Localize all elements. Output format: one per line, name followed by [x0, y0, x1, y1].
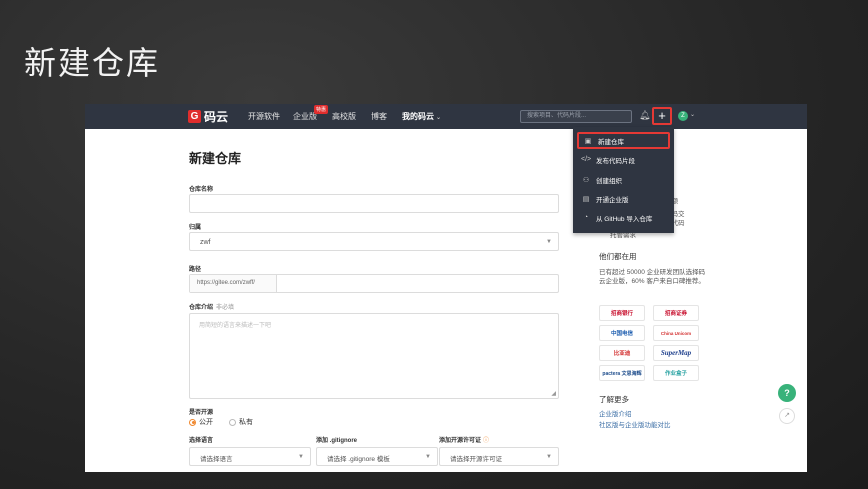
- menu-new-repo[interactable]: ▣ 新建仓库: [577, 132, 670, 149]
- chevron-down-icon: ▼: [546, 453, 552, 460]
- top-navbar: G 码云 开源软件 企业版 特惠 高校版 博客 我的码云 ⌄ 搜索项目、代码片段.…: [85, 104, 807, 129]
- slide-title: 新建仓库: [24, 44, 161, 82]
- gitignore-select[interactable]: 请选择 .gitignore 模板 ▼: [316, 447, 438, 466]
- description-label: 仓库介绍 非必填: [189, 302, 234, 311]
- menu-label: 从 GitHub 导入仓库: [596, 215, 653, 223]
- logo-chinaunicom: China Unicom: [653, 325, 699, 341]
- license-select[interactable]: 请选择开源许可证 ▼: [439, 447, 559, 466]
- gitee-logo-icon: G: [188, 110, 201, 123]
- language-label: 选择语言: [189, 438, 214, 444]
- private-label: 私有: [238, 419, 253, 426]
- github-icon: ◔: [583, 214, 589, 221]
- visibility-label: 是否开源: [189, 410, 214, 416]
- optional-hint: 非必填: [216, 305, 235, 311]
- description-textarea[interactable]: 用简短的语言来描述一下吧 ◢: [189, 313, 559, 399]
- chevron-down-icon: ▼: [298, 453, 304, 460]
- description-label-text: 仓库介绍: [189, 305, 214, 311]
- more-section: 了解更多 企业版介绍 社区版与企业版功能对比: [599, 394, 671, 431]
- using-title: 他们都在用: [599, 252, 637, 261]
- owner-value: zwf: [200, 239, 211, 246]
- description-placeholder: 用简短的语言来描述一下吧: [199, 323, 272, 329]
- gitignore-value: 请选择 .gitignore 模板: [327, 456, 390, 463]
- logo-pactera: pactera 文思海辉: [599, 365, 645, 381]
- logo-cmsc: 招商证券: [653, 305, 699, 321]
- path-prefix: https://gitee.com/zwff/: [190, 275, 277, 292]
- search-input[interactable]: 搜索项目、代码片段...: [520, 110, 632, 123]
- logo-text: 码云: [204, 110, 229, 124]
- page-title: 新建仓库: [189, 151, 242, 166]
- owner-select[interactable]: zwf ▼: [189, 232, 559, 251]
- radio-icon: [228, 418, 236, 426]
- more-title: 了解更多: [599, 395, 629, 404]
- building-icon: ▤: [582, 195, 590, 203]
- owner-label: 归属: [189, 225, 202, 231]
- nav-my-gitee[interactable]: 我的码云 ⌄: [402, 111, 441, 122]
- menu-new-org[interactable]: ⚇ 创建组织: [577, 171, 670, 188]
- license-label-text: 添加开源许可证: [439, 438, 482, 444]
- path-label: 路径: [189, 267, 202, 273]
- create-plus-button[interactable]: +: [652, 107, 672, 125]
- private-radio[interactable]: 私有: [228, 418, 253, 426]
- repo-name-label: 仓库名称: [189, 187, 214, 193]
- menu-label: 发布代码片段: [596, 157, 635, 165]
- license-label: 添加开源许可证 ⓘ: [439, 435, 489, 444]
- chevron-down-icon: ⌄: [436, 115, 442, 121]
- path-input[interactable]: [278, 275, 558, 292]
- chevron-down-icon: ▼: [425, 453, 431, 460]
- nav-education[interactable]: 高校版: [332, 111, 356, 122]
- logo-byd: 比亚迪: [599, 345, 645, 361]
- nav-blog[interactable]: 博客: [371, 111, 387, 122]
- menu-import-github[interactable]: ◔ 从 GitHub 导入仓库: [577, 209, 670, 226]
- notification-bell-icon[interactable]: 🔔︎: [639, 110, 650, 121]
- avatar-chevron-down-icon[interactable]: ⌄: [690, 111, 695, 118]
- repo-icon: ▣: [584, 137, 592, 145]
- using-section: 他们都在用 已有超过 50000 企业研发团队选择码云企业版，60% 客户来自口…: [599, 251, 709, 286]
- visibility-options: 公开 私有: [189, 417, 253, 427]
- info-icon[interactable]: ⓘ: [483, 438, 489, 444]
- logo-chinatelecom: 中国电信: [599, 325, 645, 341]
- logo-cmb: 招商银行: [599, 305, 645, 321]
- external-link-icon[interactable]: ↗: [779, 408, 795, 424]
- public-radio[interactable]: 公开: [189, 418, 213, 426]
- menu-label: 创建组织: [596, 177, 622, 185]
- resize-handle-icon[interactable]: ◢: [551, 390, 556, 397]
- menu-new-snippet[interactable]: </> 发布代码片段: [577, 151, 670, 168]
- gitee-logo[interactable]: G 码云: [188, 108, 228, 125]
- language-select[interactable]: 请选择语言 ▼: [189, 447, 311, 466]
- public-label: 公开: [199, 419, 213, 426]
- help-button[interactable]: ?: [778, 384, 796, 402]
- gitignore-label: 添加 .gitignore: [316, 438, 357, 444]
- radio-checked-icon: [189, 418, 196, 426]
- create-dropdown-menu: ▣ 新建仓库 </> 发布代码片段 ⚇ 创建组织 ▤ 开通企业版 ◔ 从 Git…: [573, 127, 674, 233]
- nav-my-gitee-label: 我的码云: [402, 112, 434, 121]
- chevron-down-icon: ▼: [546, 238, 552, 245]
- code-icon: </>: [581, 156, 592, 163]
- logo-supermap: SuperMap: [653, 345, 699, 361]
- path-field: https://gitee.com/zwff/: [189, 274, 559, 293]
- using-description: 已有超过 50000 企业研发团队选择码云企业版，60% 客户来自口碑推荐。: [599, 269, 706, 285]
- customer-logos: 招商银行 招商证券 中国电信 China Unicom 比亚迪 SuperMap…: [599, 305, 699, 381]
- browser-screenshot: G 码云 开源软件 企业版 特惠 高校版 博客 我的码云 ⌄ 搜索项目、代码片段.…: [85, 104, 807, 472]
- logo-zuoyehezi: 作业盒子: [653, 365, 699, 381]
- link-edition-compare[interactable]: 社区版与企业版功能对比: [599, 420, 671, 431]
- repo-name-input[interactable]: [189, 194, 559, 213]
- menu-enterprise[interactable]: ▤ 开通企业版: [577, 190, 670, 207]
- enterprise-badge: 特惠: [314, 105, 329, 114]
- group-icon: ⚇: [582, 176, 590, 184]
- menu-label: 开通企业版: [596, 196, 629, 204]
- menu-label: 新建仓库: [598, 138, 624, 146]
- license-value: 请选择开源许可证: [450, 456, 502, 463]
- avatar[interactable]: Z: [678, 111, 688, 121]
- nav-open-source[interactable]: 开源软件: [248, 111, 280, 122]
- link-enterprise-intro[interactable]: 企业版介绍: [599, 409, 671, 420]
- language-value: 请选择语言: [200, 456, 233, 463]
